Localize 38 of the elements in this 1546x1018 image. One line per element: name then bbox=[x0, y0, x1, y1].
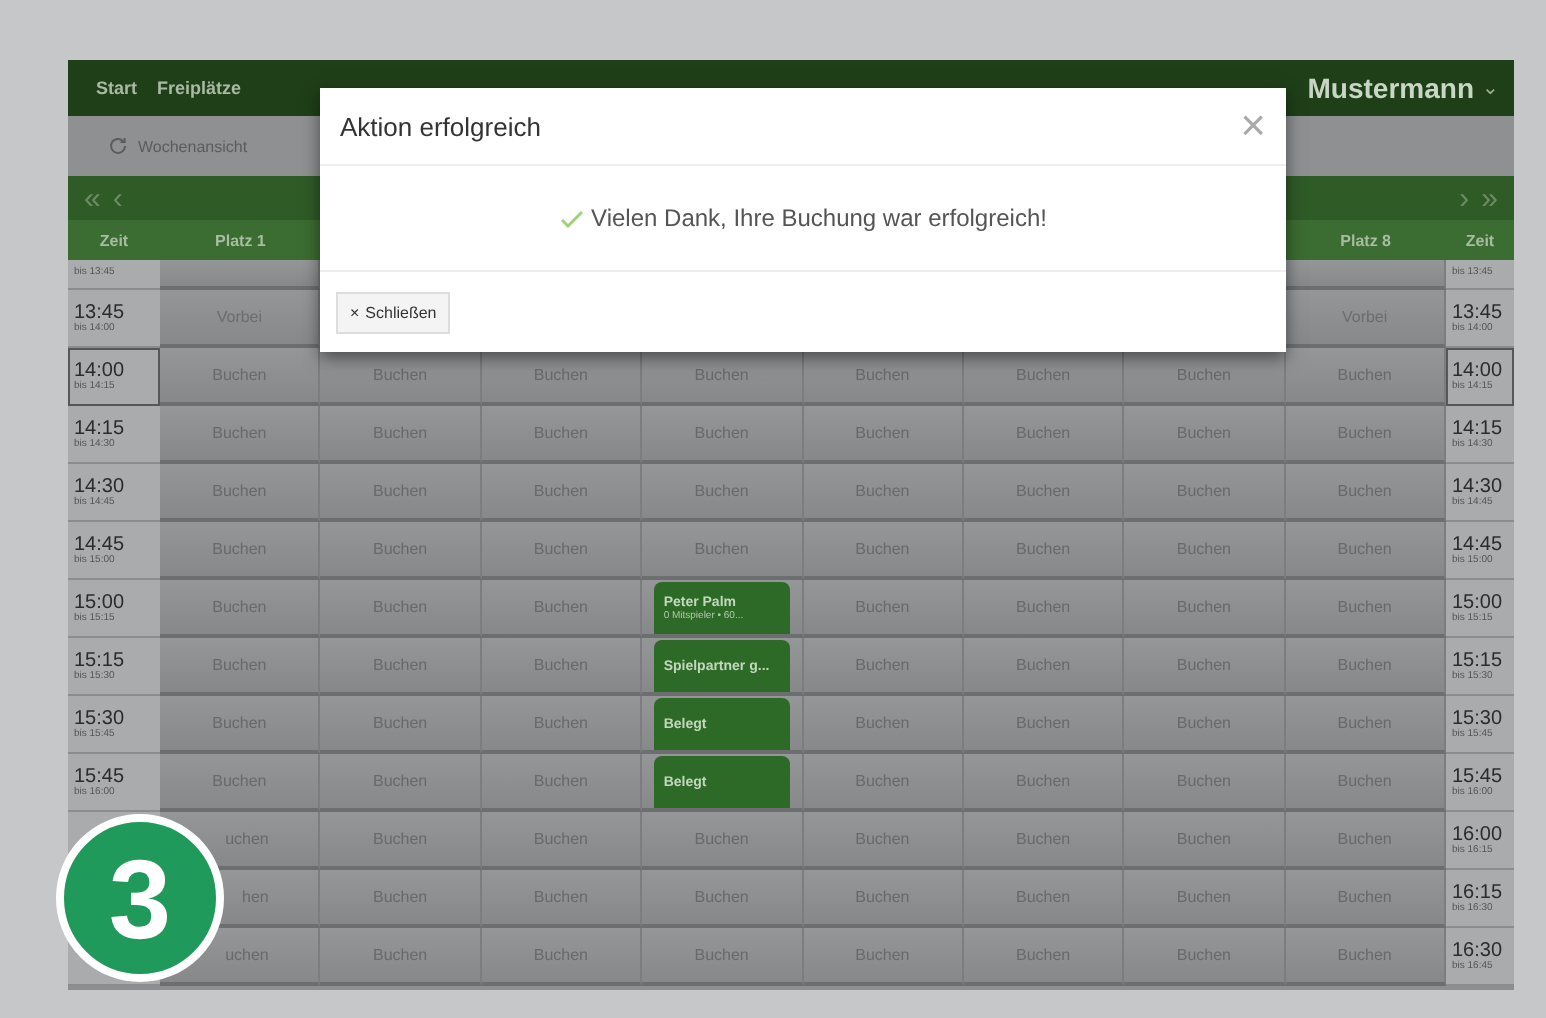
nav-link[interactable]: Start bbox=[96, 78, 138, 98]
column-header: Zeit bbox=[1465, 231, 1495, 249]
nav-link[interactable]: Freiplätze bbox=[157, 78, 242, 98]
close-dialog-button[interactable]: × Schließen bbox=[336, 291, 451, 333]
slot-time: 16:00 bbox=[1452, 823, 1505, 846]
previous-button[interactable]: « bbox=[84, 183, 101, 213]
slot-time: 16:15 bbox=[1452, 881, 1505, 904]
slot-time: 14:15 bbox=[74, 417, 127, 440]
slot-time: 15:45 bbox=[74, 765, 127, 788]
slot-time: 15:15 bbox=[1452, 649, 1505, 672]
close-button[interactable]: × bbox=[1240, 104, 1266, 148]
slot-time: 13:45 bbox=[74, 301, 127, 324]
column-header: Platz 1 bbox=[215, 231, 266, 249]
dialog-title: Aktion erfolgreich bbox=[340, 111, 541, 141]
slot-time: 14:30 bbox=[1452, 475, 1505, 498]
column-header: Platz 8 bbox=[1340, 231, 1391, 249]
checkmark-icon bbox=[559, 209, 584, 227]
slot-time: 14:15 bbox=[1452, 417, 1505, 440]
previous-button[interactable]: ‹ bbox=[112, 183, 123, 213]
slot-time: 15:15 bbox=[74, 649, 127, 672]
refresh-icon bbox=[108, 136, 128, 156]
slot-time: 15:00 bbox=[1452, 591, 1505, 614]
next-button[interactable]: › bbox=[1459, 183, 1470, 213]
slot-time: 13:45 bbox=[1452, 301, 1505, 324]
slot-time: 14:00 bbox=[1452, 359, 1505, 382]
next-button[interactable]: » bbox=[1481, 183, 1498, 213]
slot-time: 15:45 bbox=[1452, 765, 1505, 788]
slot-time: 14:45 bbox=[1452, 533, 1505, 556]
user-menu[interactable]: Mustermann ⌄ bbox=[1307, 72, 1498, 104]
slot-time: 14:00 bbox=[74, 359, 127, 382]
success-message: Vielen Dank, Ihre Buchung war erfolgreich! bbox=[591, 204, 1047, 232]
slot-time: 15:00 bbox=[74, 591, 127, 614]
slot-time: 14:30 bbox=[74, 475, 127, 498]
slot-time: 15:30 bbox=[74, 707, 127, 730]
column-header: Zeit bbox=[99, 231, 129, 249]
slot-time: 15:30 bbox=[1452, 707, 1505, 730]
slot-time: 14:45 bbox=[74, 533, 127, 556]
slot-time: 16:30 bbox=[1452, 939, 1505, 962]
